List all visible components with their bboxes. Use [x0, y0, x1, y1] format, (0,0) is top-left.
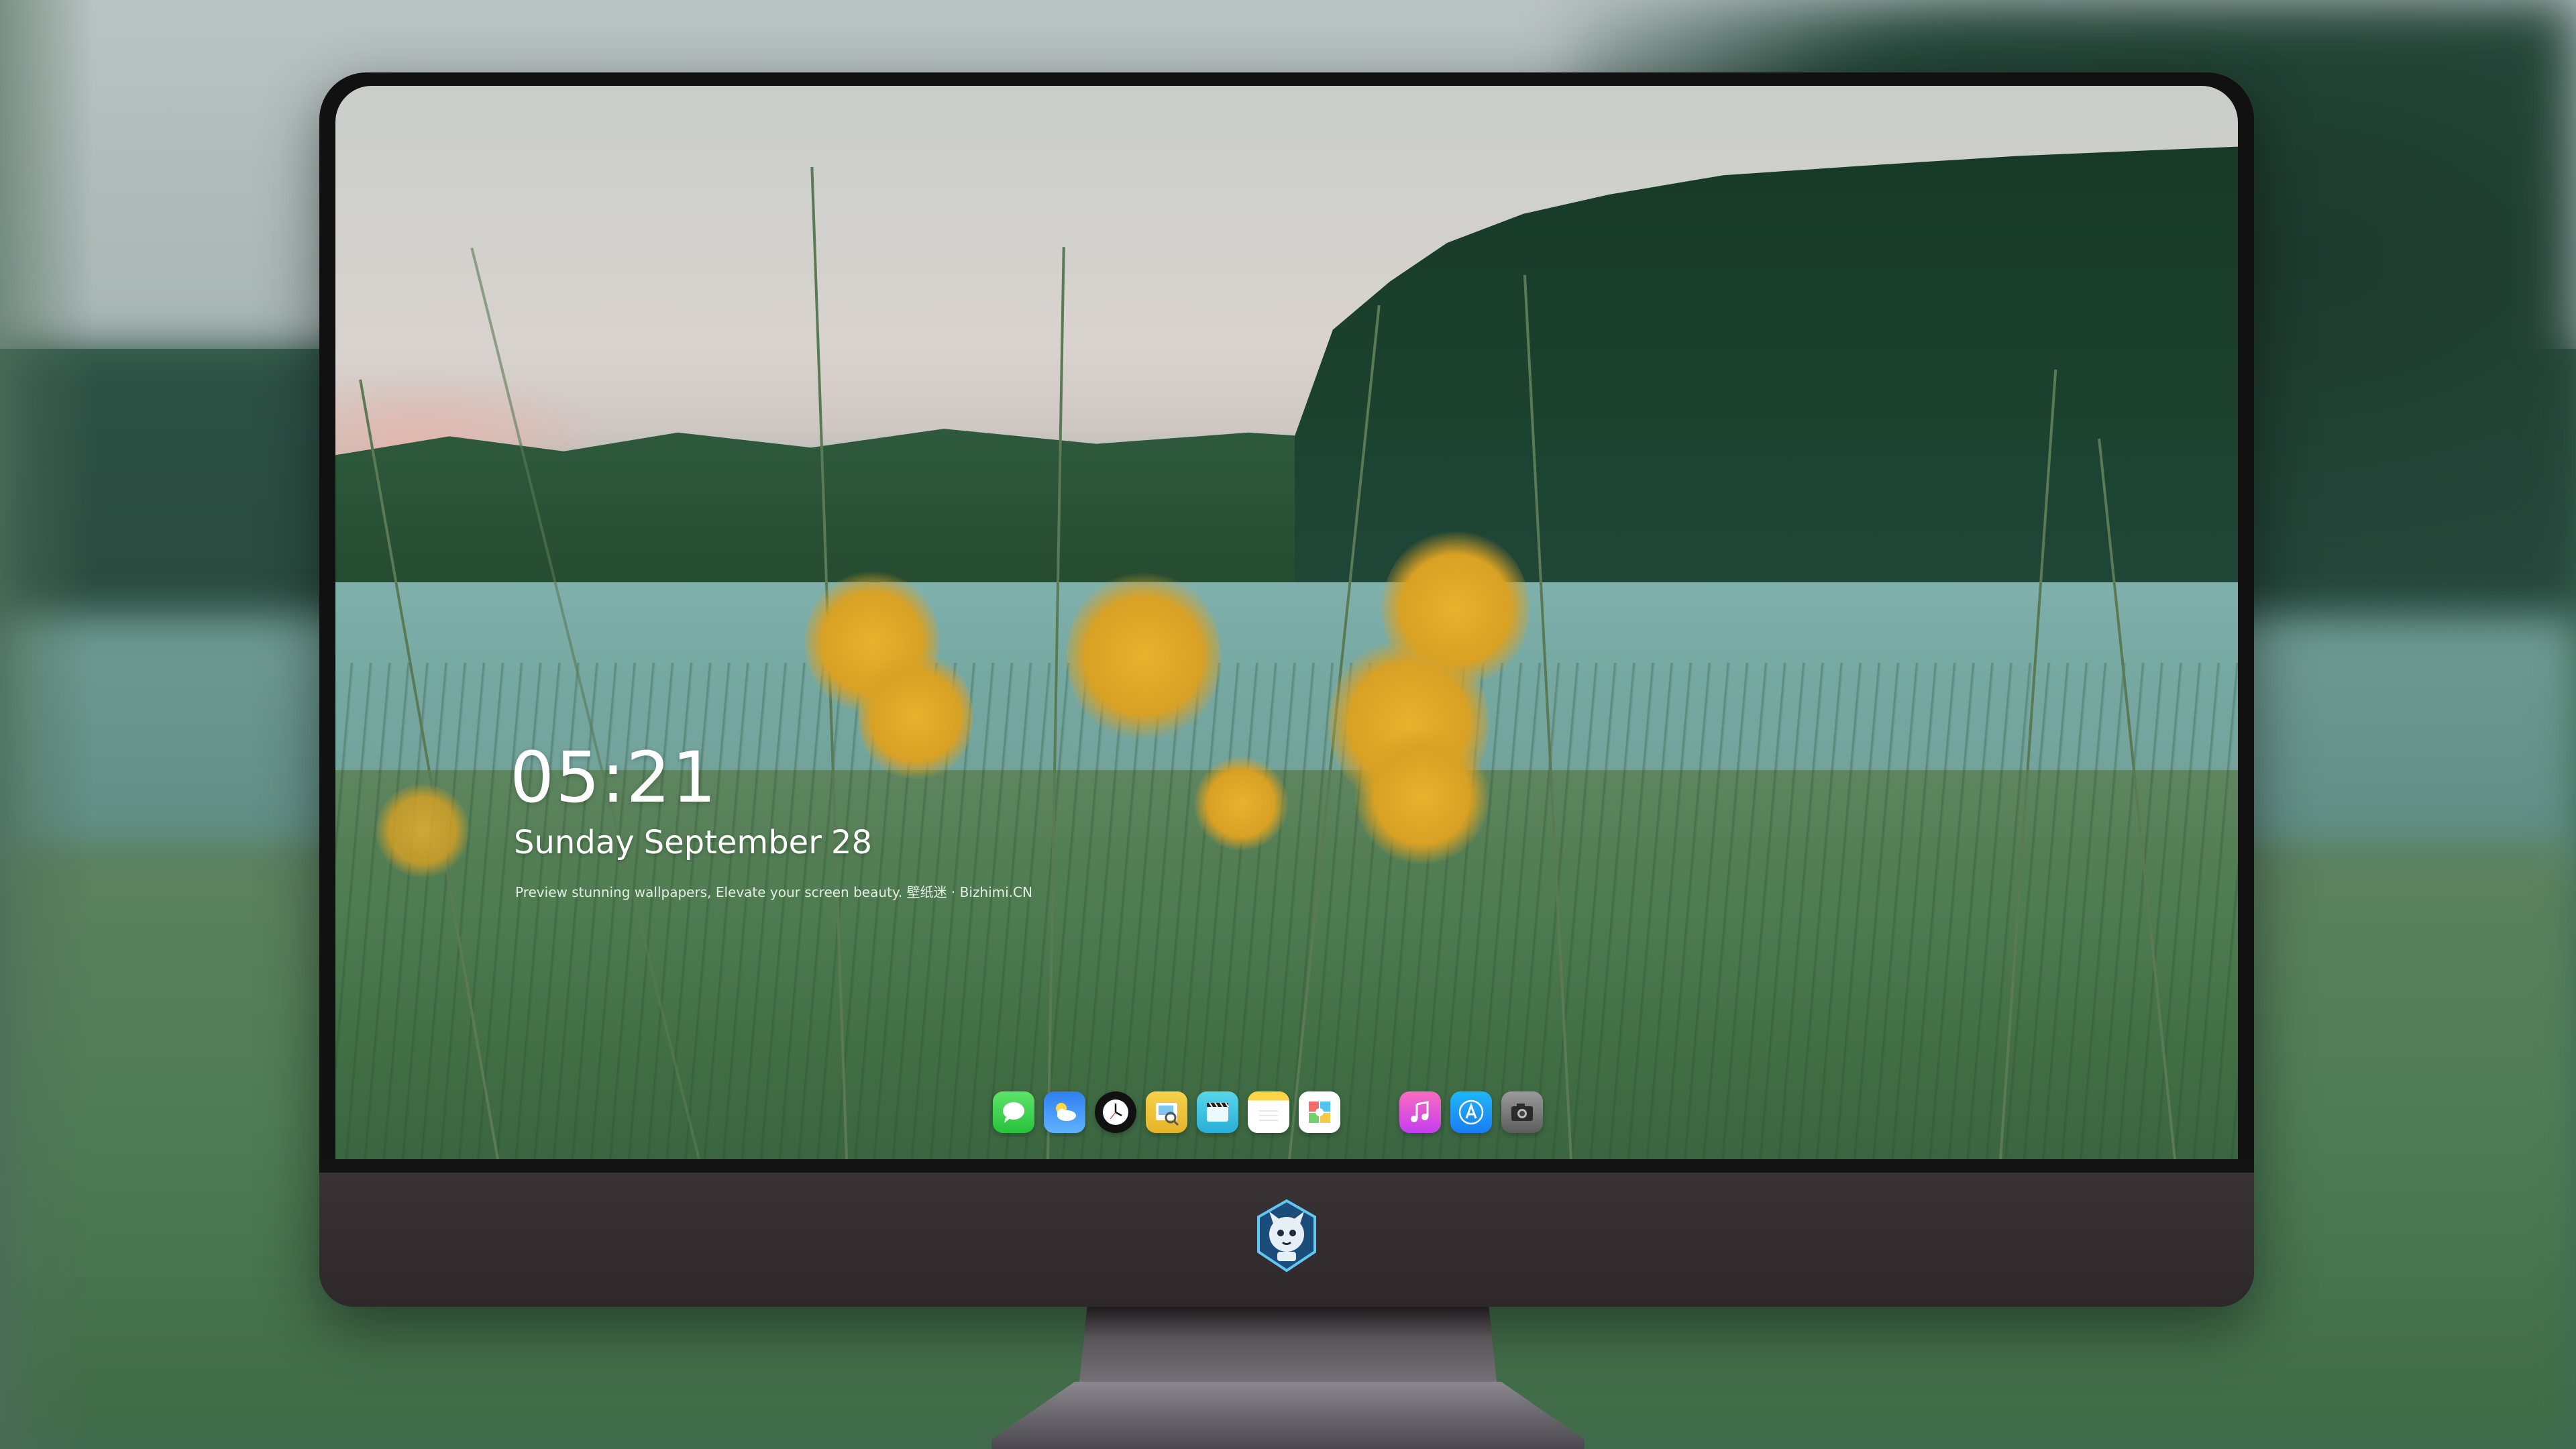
photos-icon[interactable] [1299, 1091, 1340, 1133]
desktop-screen[interactable]: 05:21 Sunday September 28 Preview stunning… [335, 86, 2238, 1159]
goldenrod-flower [859, 649, 973, 784]
camera-icon[interactable] [1501, 1091, 1543, 1133]
weather-icon[interactable] [1044, 1091, 1085, 1133]
notes-icon[interactable] [1248, 1091, 1289, 1133]
clips-icon[interactable] [1197, 1091, 1238, 1133]
goldenrod-flower [1067, 569, 1221, 743]
clock-icon[interactable] [1095, 1091, 1136, 1133]
date-month: September [643, 824, 822, 861]
lock-screen-date: Sunday September 28 [514, 824, 881, 861]
monitor-stand-neck [1079, 1307, 1497, 1387]
lock-screen-tagline: Preview stunning wallpapers, Elevate you… [515, 884, 1032, 900]
monitor: 05:21 Sunday September 28 Preview stunning… [319, 72, 2254, 1307]
backdrop-edge [0, 0, 94, 1449]
music-icon[interactable] [1399, 1091, 1441, 1133]
preview-icon[interactable] [1146, 1091, 1187, 1133]
messages-icon[interactable] [993, 1091, 1034, 1133]
mascot-logo-icon [1253, 1198, 1320, 1273]
monitor-bezel-bottom [319, 1159, 2254, 1173]
app-store-icon[interactable] [1450, 1091, 1492, 1133]
dock [993, 1087, 1543, 1138]
lock-screen-time: 05:21 [510, 737, 718, 818]
date-day: 28 [830, 824, 872, 861]
goldenrod-flower [376, 784, 470, 877]
goldenrod-flower [1194, 757, 1288, 851]
monitor-stand-base [991, 1382, 1585, 1449]
date-weekday: Sunday [514, 824, 635, 861]
goldenrod-flower [1355, 730, 1489, 864]
